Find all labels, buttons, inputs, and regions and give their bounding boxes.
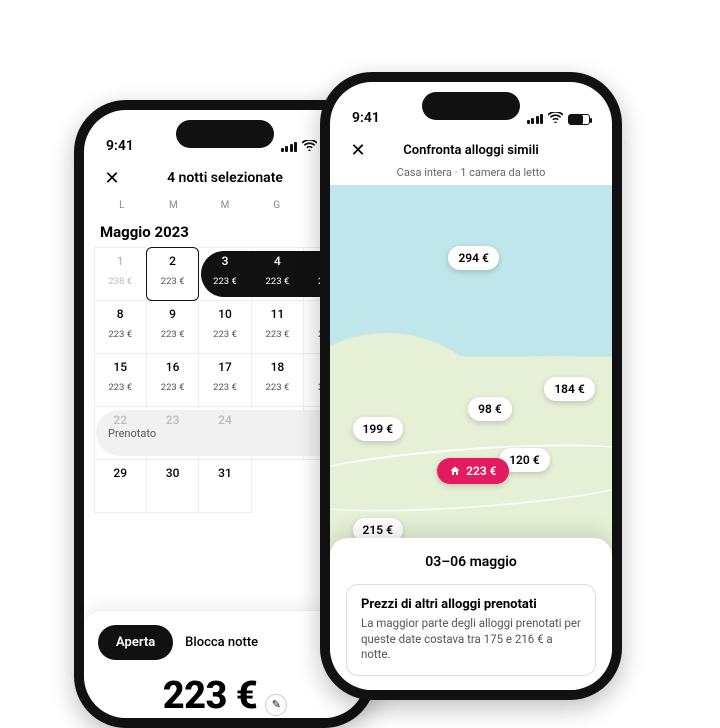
edit-price-icon[interactable]: ✎ — [265, 694, 287, 716]
wifi-icon — [548, 112, 563, 126]
calendar-day[interactable]: 16223 € — [146, 353, 199, 407]
phone-map: 9:41 ✕ Confronta alloggi simili Casa int… — [320, 72, 622, 700]
segment-open[interactable]: Aperta — [98, 625, 173, 660]
calendar-day[interactable]: 15223 € — [94, 353, 147, 407]
calendar-day[interactable]: 9223 € — [146, 300, 199, 354]
map-price-pin[interactable]: 184 € — [544, 377, 594, 401]
calendar-day[interactable]: 31 — [198, 459, 251, 513]
status-time: 9:41 — [106, 138, 134, 154]
segment-block[interactable]: Blocca notte — [185, 635, 258, 650]
header-subtitle: Casa intera · 1 camera da letto — [330, 166, 612, 179]
map-area[interactable]: 294 € 199 € 98 € 184 € 120 € 215 € 125 €… — [330, 185, 612, 690]
card-title: Prezzi di altri alloggi prenotati — [361, 597, 581, 612]
calendar-day[interactable]: 2223 € — [146, 247, 199, 301]
map-price-pin[interactable]: 199 € — [353, 417, 403, 441]
nightly-price: 223 € — [163, 674, 258, 718]
price-info-card[interactable]: Prezzi di altri alloggi prenotati La mag… — [346, 584, 596, 676]
header-title: 4 notti selezionate — [134, 170, 316, 186]
close-icon[interactable]: ✕ — [346, 138, 370, 162]
sheet-date: 03–06 maggio — [346, 554, 596, 570]
status-time: 9:41 — [352, 110, 380, 126]
calendar-day[interactable]: 1238 € — [94, 247, 147, 301]
dynamic-island — [422, 92, 520, 120]
calendar-day[interactable]: 18223 € — [251, 353, 304, 407]
signal-icon — [527, 114, 544, 124]
map-price-pin-label: 223 € — [466, 464, 496, 478]
map-price-pin[interactable]: 98 € — [468, 397, 512, 421]
calendar-day[interactable]: 30 — [146, 459, 199, 513]
close-icon[interactable]: ✕ — [100, 166, 124, 190]
battery-icon — [568, 114, 590, 125]
calendar-day[interactable]: 11223 € — [251, 300, 304, 354]
wifi-icon — [302, 140, 317, 154]
header-title: Confronta alloggi simili — [380, 143, 562, 158]
calendar-day[interactable]: 8223 € — [94, 300, 147, 354]
map-price-pin[interactable]: 294 € — [448, 246, 498, 270]
bottom-sheet: 03–06 maggio Prezzi di altri alloggi pre… — [330, 538, 612, 690]
calendar-day[interactable]: 10223 € — [198, 300, 251, 354]
signal-icon — [281, 142, 298, 152]
dynamic-island — [176, 120, 274, 148]
calendar-day[interactable]: 29 — [94, 459, 147, 513]
card-body: La maggior parte degli alloggi prenotati… — [361, 616, 581, 663]
calendar-day[interactable]: 17223 € — [198, 353, 251, 407]
home-icon — [449, 465, 461, 477]
map-price-pin-current[interactable]: 223 € — [437, 458, 508, 484]
